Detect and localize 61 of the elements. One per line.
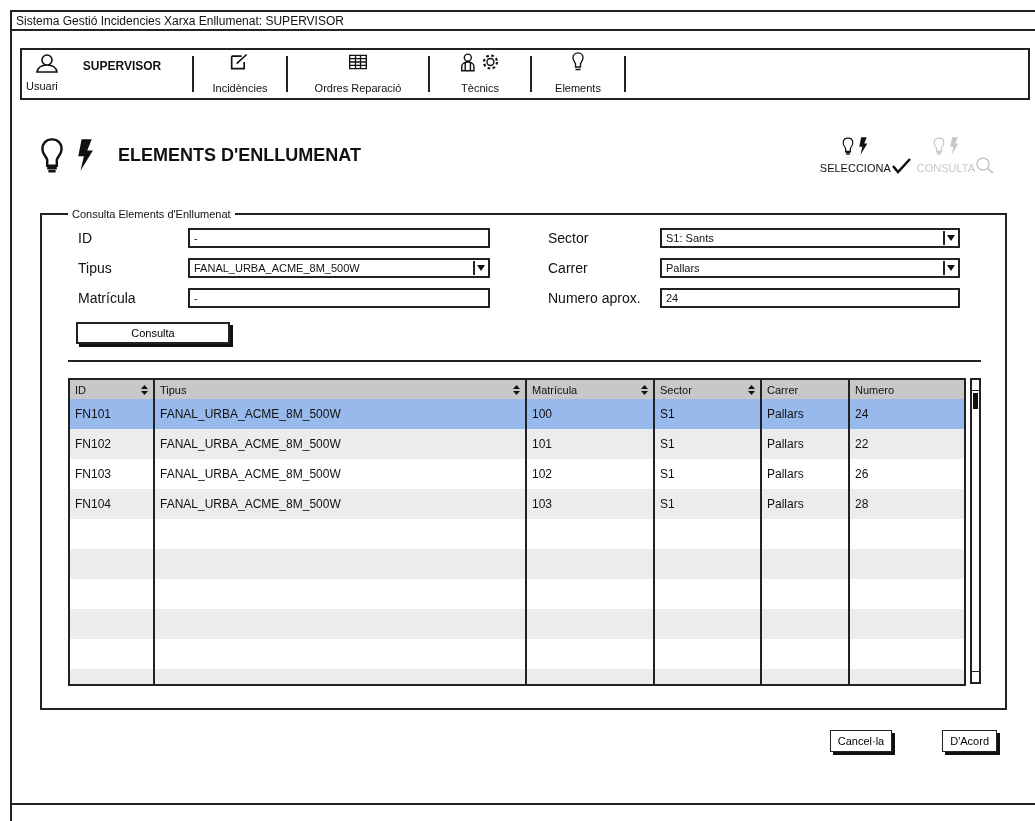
table-cell: 28 bbox=[848, 489, 964, 519]
lightbulb-icon bbox=[842, 136, 855, 156]
input-field[interactable]: 24 bbox=[660, 288, 960, 308]
input-field[interactable]: - bbox=[188, 288, 490, 308]
table-cell-text: FN104 bbox=[74, 496, 113, 513]
query-button[interactable]: Consulta bbox=[76, 322, 230, 344]
input-field[interactable]: - bbox=[188, 228, 490, 248]
table-cell: 22 bbox=[848, 429, 964, 459]
table-cell: Pallars bbox=[760, 489, 848, 519]
checkmark-icon bbox=[890, 156, 911, 174]
table-cell-text: FN103 bbox=[74, 466, 113, 483]
table-row[interactable]: FN104 FANAL_URBA_ACME_8M_500W 103 S1 Pallars 28 bbox=[70, 489, 964, 519]
wizard-step: SELECCIONA bbox=[819, 136, 911, 174]
edit-icon bbox=[230, 52, 250, 72]
nav-item[interactable]: Ordres Reparació bbox=[288, 50, 428, 98]
table-cell: 101 bbox=[525, 429, 653, 459]
table-cell: FANAL_URBA_ACME_8M_500W bbox=[153, 489, 525, 519]
column-header[interactable]: ID bbox=[70, 380, 153, 399]
lightbulb-icon bbox=[932, 136, 945, 156]
field-label: Tipus bbox=[78, 260, 113, 276]
field-label: Sector bbox=[548, 230, 589, 246]
user-name: SUPERVISOR bbox=[82, 59, 163, 74]
grid-icon bbox=[348, 52, 368, 72]
user-icon bbox=[36, 53, 58, 73]
panel-legend: Consulta Elements d'Enllumenat bbox=[68, 208, 235, 220]
nav-item[interactable]: Incidències bbox=[194, 50, 286, 98]
table-cell: Pallars bbox=[760, 429, 848, 459]
person-gear-icon bbox=[460, 52, 500, 72]
dropdown-field[interactable]: S1: Sants bbox=[660, 228, 960, 248]
table-cell: S1 bbox=[653, 429, 760, 459]
caret-icon[interactable] bbox=[947, 235, 955, 241]
dialog-button[interactable]: Cancel·la bbox=[829, 730, 893, 752]
dialog-button[interactable]: D'Acord bbox=[942, 730, 997, 752]
scrollbar[interactable] bbox=[970, 378, 981, 684]
table-cell: S1 bbox=[653, 489, 760, 519]
lightbulb-icon bbox=[40, 135, 64, 175]
table-cell-text: FN102 bbox=[74, 436, 113, 453]
lightning-icon bbox=[858, 136, 869, 156]
table-cell-text: FN101 bbox=[74, 406, 113, 423]
table-cell: 103 bbox=[525, 489, 653, 519]
sort-icon[interactable] bbox=[513, 384, 520, 395]
sort-icon[interactable] bbox=[641, 384, 648, 395]
page-title: ELEMENTS D'ENLLUMENAT bbox=[118, 144, 361, 166]
nav-item[interactable]: Tècnics bbox=[430, 50, 530, 98]
table-row[interactable]: FN102 FANAL_URBA_ACME_8M_500W 101 S1 Pallars 22 bbox=[70, 429, 964, 459]
caret-icon[interactable] bbox=[947, 265, 955, 271]
dropdown-field[interactable]: Pallars bbox=[660, 258, 960, 278]
search-icon bbox=[975, 156, 995, 174]
lightning-icon bbox=[948, 136, 959, 156]
table-row[interactable]: FN101 FANAL_URBA_ACME_8M_500W 100 S1 Pallars 24 bbox=[70, 399, 964, 429]
field-label: ID bbox=[78, 230, 93, 246]
table-cell: FANAL_URBA_ACME_8M_500W bbox=[153, 429, 525, 459]
field-label: Matrícula bbox=[78, 290, 137, 306]
field-label: Carrer bbox=[548, 260, 588, 276]
nav-item[interactable]: Elements bbox=[532, 50, 624, 98]
dropdown-field[interactable]: FANAL_URBA_ACME_8M_500W bbox=[188, 258, 490, 278]
caret-icon[interactable] bbox=[477, 265, 485, 271]
user-label: Usuari bbox=[26, 79, 59, 94]
field-label: Numero aprox. bbox=[548, 290, 641, 306]
sort-icon[interactable] bbox=[748, 384, 755, 395]
sort-icon[interactable] bbox=[141, 384, 148, 395]
